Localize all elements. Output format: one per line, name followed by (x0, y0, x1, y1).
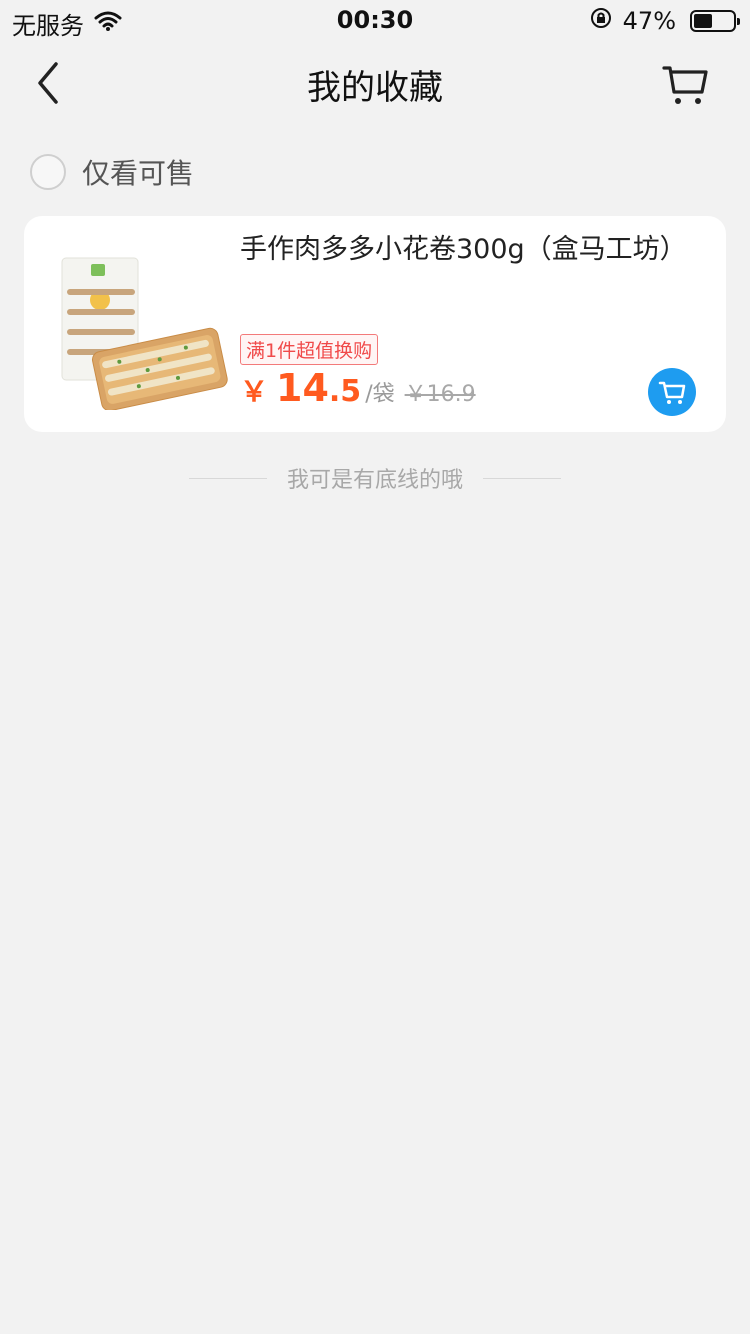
filter-label: 仅看可售 (82, 157, 195, 190)
status-bar: 无服务 00:30 47% (0, 0, 750, 40)
filter-radio[interactable] (30, 154, 66, 190)
list-end-text: 我可是有底线的哦 (286, 468, 463, 493)
status-right: 47% (589, 6, 740, 36)
price-integer: 14 (276, 366, 329, 410)
price-decimal: .5 (328, 374, 362, 409)
cart-icon (662, 66, 708, 104)
divider-left (188, 477, 267, 479)
only-available-filter[interactable]: 仅看可售 (30, 152, 194, 192)
divider-right (483, 477, 561, 479)
page-title: 我的收藏 (307, 68, 443, 108)
battery-fill (694, 14, 712, 28)
add-to-cart-button[interactable] (648, 368, 696, 416)
price-unit: /袋 (365, 382, 395, 407)
list-end-indicator: 我可是有底线的哦 (0, 462, 750, 494)
battery-icon (690, 10, 740, 32)
original-price: ￥16.9 (404, 382, 476, 407)
battery-percent: 47% (622, 7, 676, 35)
navigation-bar: 我的收藏 (0, 40, 750, 130)
promo-badge: 满1件超值换购 (240, 334, 379, 365)
cart-button[interactable] (660, 60, 710, 110)
product-title[interactable]: 手作肉多多小花卷300g（盒马工坊） (240, 234, 687, 266)
price-row: ￥ 14 .5 /袋 ￥16.9 (240, 366, 476, 410)
product-image[interactable] (48, 240, 240, 412)
rotation-lock-icon (589, 6, 613, 36)
currency-symbol: ￥ (240, 375, 269, 408)
product-card[interactable]: 手作肉多多小花卷300g（盒马工坊） 满1件超值换购 ￥ 14 .5 /袋 ￥1… (24, 216, 726, 432)
add-to-cart-icon (658, 381, 686, 404)
